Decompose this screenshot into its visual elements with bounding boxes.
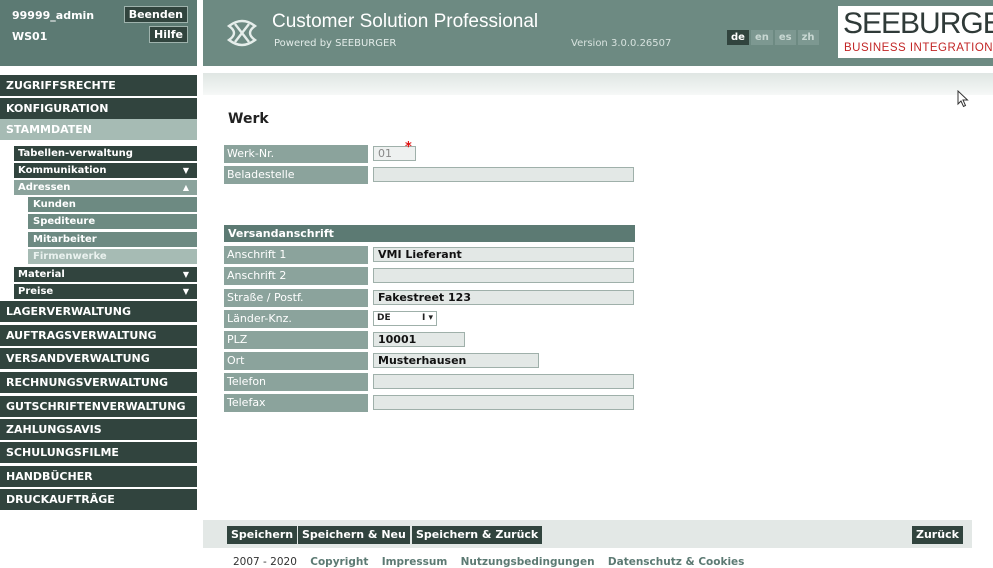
- lang-es[interactable]: es: [774, 30, 796, 45]
- nav-schulungsfilme[interactable]: SCHULUNGSFILME: [0, 442, 197, 463]
- footer-link-nutzungsbedingungen[interactable]: Nutzungsbedingungen: [461, 556, 595, 568]
- nav-druckauftraege[interactable]: DRUCKAUFTRÄGE: [0, 489, 197, 510]
- nav-material[interactable]: Material ▼: [14, 267, 197, 282]
- beladestelle-field[interactable]: [373, 167, 634, 182]
- nav-adressen[interactable]: Adressen ▲: [14, 180, 197, 195]
- beladestelle-label: Beladestelle: [224, 166, 368, 184]
- nav-kommunikation[interactable]: Kommunikation ▼: [14, 163, 197, 178]
- anschrift2-label: Anschrift 2: [224, 267, 368, 285]
- plz-label: PLZ: [224, 331, 368, 349]
- save-new-button[interactable]: Speichern & Neu: [298, 526, 410, 544]
- app-subtitle: Powered by SEEBURGER: [274, 38, 397, 49]
- app-version: Version 3.0.0.26507: [571, 38, 672, 49]
- user-panel: 99999_admin WS01 Beenden Hilfe: [0, 0, 197, 66]
- language-switcher: de en es zh: [727, 30, 819, 45]
- werk-nr-label: Werk-Nr.: [224, 145, 368, 163]
- lang-de[interactable]: de: [727, 30, 749, 45]
- telefon-label: Telefon: [224, 373, 368, 391]
- back-button[interactable]: Zurück: [912, 526, 963, 544]
- laender-knz-select[interactable]: DE I ▾: [373, 311, 437, 326]
- mouse-cursor-icon: [957, 90, 969, 108]
- nav-handbuecher[interactable]: HANDBÜCHER: [0, 466, 197, 487]
- footer-link-impressum[interactable]: Impressum: [382, 556, 448, 568]
- anschrift1-label: Anschrift 1: [224, 246, 368, 264]
- laender-knz-value: DE: [377, 313, 391, 323]
- page-title: Werk: [228, 111, 269, 127]
- telefon-field[interactable]: [373, 374, 634, 389]
- chevron-down-icon: ▼: [182, 287, 189, 296]
- brand-tagline: BUSINESS INTEGRATION: [844, 42, 993, 54]
- nav-firmenwerke[interactable]: Firmenwerke: [28, 249, 197, 264]
- nav-lagerverwaltung[interactable]: LAGERVERWALTUNG: [0, 301, 197, 322]
- nav-spediteure[interactable]: Spediteure: [28, 214, 197, 229]
- nav-auftragsverwaltung[interactable]: AUFTRAGSVERWALTUNG: [0, 325, 197, 346]
- help-button[interactable]: Hilfe: [149, 26, 188, 43]
- nav-versandverwaltung[interactable]: VERSANDVERWALTUNG: [0, 348, 197, 369]
- nav-tabellenverwaltung-label: Tabellen-verwaltung: [18, 148, 133, 159]
- nav-stammdaten[interactable]: STAMMDATEN: [0, 119, 197, 140]
- lang-en[interactable]: en: [750, 30, 773, 45]
- chevron-down-icon: ▼: [182, 270, 189, 279]
- plz-field[interactable]: 10001: [373, 332, 465, 347]
- chevron-down-icon: ▼: [182, 166, 189, 175]
- nav-gutschriftenverwaltung[interactable]: GUTSCHRIFTENVERWALTUNG: [0, 396, 197, 417]
- user-name: 99999_admin: [12, 9, 95, 22]
- required-asterisk: *: [405, 140, 412, 155]
- strasse-label: Straße / Postf.: [224, 289, 368, 307]
- chevron-up-icon: ▲: [182, 183, 189, 192]
- app-header: Customer Solution Professional Powered b…: [203, 0, 993, 66]
- brand-logo: SEEBURGER BUSINESS INTEGRATION: [838, 6, 993, 58]
- laender-knz-label: Länder-Knz.: [224, 310, 368, 328]
- nav-tabellenverwaltung[interactable]: Tabellen-verwaltung: [14, 146, 197, 161]
- save-button[interactable]: Speichern: [227, 526, 298, 544]
- nav-kommunikation-label: Kommunikation: [18, 165, 107, 176]
- nav-zahlungsavis[interactable]: ZAHLUNGSAVIS: [0, 419, 197, 440]
- footer-years: 2007 - 2020: [233, 556, 297, 568]
- save-back-button[interactable]: Speichern & Zurück: [412, 526, 543, 544]
- nav-zugriffsrechte[interactable]: ZUGRIFFSRECHTE: [0, 75, 197, 96]
- nav-rechnungsverwaltung[interactable]: RECHNUNGSVERWALTUNG: [0, 372, 197, 393]
- nav-material-label: Material: [18, 269, 65, 280]
- telefax-label: Telefax: [224, 394, 368, 412]
- page-footer: 2007 - 2020 Copyright Impressum Nutzungs…: [233, 556, 744, 568]
- nav-konfiguration[interactable]: KONFIGURATION: [0, 98, 197, 119]
- app-title: Customer Solution Professional: [272, 11, 539, 32]
- content-topband: [203, 73, 993, 95]
- brand-name: SEEBURGER: [843, 7, 993, 40]
- anschrift1-field[interactable]: VMI Lieferant: [373, 247, 634, 262]
- section-versandanschrift: Versandanschrift: [224, 225, 635, 242]
- app-logo-icon: [226, 19, 258, 47]
- nav-kunden[interactable]: Kunden: [28, 197, 197, 212]
- ort-field[interactable]: Musterhausen: [373, 353, 539, 368]
- telefax-field[interactable]: [373, 395, 634, 410]
- nav-mitarbeiter[interactable]: Mitarbeiter: [28, 232, 197, 247]
- ort-label: Ort: [224, 352, 368, 370]
- lang-zh[interactable]: zh: [797, 30, 819, 45]
- logout-button[interactable]: Beenden: [123, 6, 188, 23]
- chevron-down-icon: I ▾: [422, 313, 433, 323]
- footer-link-copyright[interactable]: Copyright: [310, 556, 368, 568]
- workstation-label: WS01: [12, 30, 48, 43]
- strasse-field[interactable]: Fakestreet 123: [373, 290, 634, 305]
- nav-preise[interactable]: Preise ▼: [14, 284, 197, 299]
- nav-preise-label: Preise: [18, 286, 54, 297]
- footer-link-datenschutz[interactable]: Datenschutz & Cookies: [608, 556, 745, 568]
- anschrift2-field[interactable]: [373, 268, 634, 283]
- nav-adressen-label: Adressen: [18, 182, 71, 193]
